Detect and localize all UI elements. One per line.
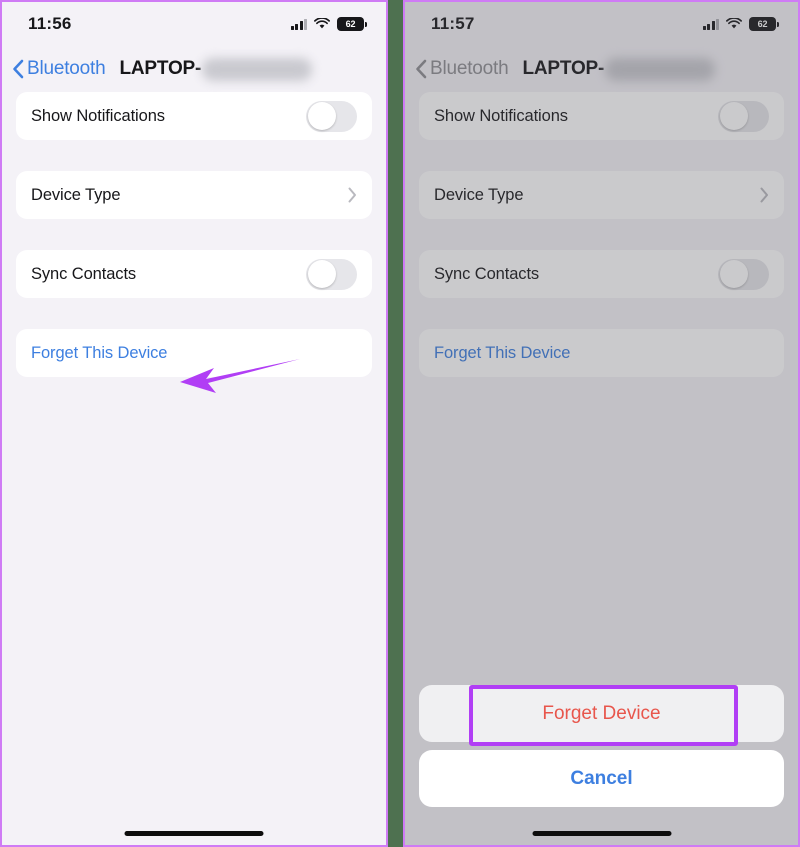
sync-contacts-toggle[interactable]	[718, 258, 769, 290]
redacted-device-name	[202, 57, 313, 81]
back-button[interactable]: Bluetooth	[415, 58, 509, 80]
forget-this-device-label: Forget This Device	[434, 343, 571, 362]
sync-contacts-toggle[interactable]	[306, 258, 357, 290]
navigation-bar: Bluetooth LAPTOP-	[2, 46, 386, 92]
back-button[interactable]: Bluetooth	[12, 58, 106, 80]
status-bar: 11:56 62	[2, 2, 386, 46]
row-label: Sync Contacts	[31, 264, 137, 283]
settings-list: Show Notifications Device Type Sync Cont…	[405, 92, 798, 377]
show-notifications-toggle[interactable]	[306, 100, 357, 132]
back-label: Bluetooth	[430, 58, 509, 79]
forget-this-device-label: Forget This Device	[31, 343, 168, 362]
cellular-signal-icon	[702, 18, 719, 30]
page-title-text: LAPTOP-	[119, 58, 202, 79]
row-label: Device Type	[31, 185, 121, 204]
row-label: Show Notifications	[434, 106, 568, 125]
home-indicator	[532, 831, 671, 836]
action-sheet: Forget Device Cancel	[405, 685, 798, 845]
home-indicator	[124, 831, 264, 836]
navigation-bar: Bluetooth LAPTOP-	[405, 46, 798, 92]
panel-divider	[388, 0, 403, 847]
page-title: LAPTOP-	[522, 57, 716, 81]
row-label: Show Notifications	[31, 106, 165, 125]
status-indicators: 62	[290, 17, 367, 31]
battery-icon: 62	[749, 17, 779, 31]
toggle-knob	[307, 102, 336, 130]
row-sync-contacts[interactable]: Sync Contacts	[419, 250, 784, 298]
status-bar: 11:57 62	[405, 2, 798, 46]
wifi-icon	[314, 18, 330, 30]
cancel-button[interactable]: Cancel	[419, 750, 784, 807]
battery-percent: 62	[345, 19, 356, 29]
redacted-device-name	[605, 57, 716, 81]
phone-screenshot-left: 11:56 62 Bluetooth LAPTOP- Show Notifica…	[0, 0, 388, 847]
row-forget-this-device[interactable]: Forget This Device	[419, 329, 784, 377]
phone-screenshot-right: 11:57 62 Bluetooth LAPTOP- Show Notifica…	[403, 0, 800, 847]
chevron-left-icon	[415, 59, 427, 79]
chevron-right-icon	[760, 187, 769, 203]
page-title-text: LAPTOP-	[522, 58, 605, 79]
toggle-knob	[719, 102, 748, 130]
action-sheet-options: Forget Device	[419, 685, 784, 742]
row-label: Device Type	[434, 185, 524, 204]
row-show-notifications[interactable]: Show Notifications	[419, 92, 784, 140]
status-clock: 11:56	[28, 14, 72, 33]
row-show-notifications[interactable]: Show Notifications	[16, 92, 372, 140]
battery-percent: 62	[757, 19, 768, 29]
toggle-knob	[719, 260, 748, 288]
row-label: Sync Contacts	[434, 264, 540, 283]
row-device-type[interactable]: Device Type	[419, 171, 784, 219]
row-forget-this-device[interactable]: Forget This Device	[16, 329, 372, 377]
cellular-signal-icon	[290, 18, 307, 30]
chevron-left-icon	[12, 59, 24, 79]
settings-list: Show Notifications Device Type Sync Cont…	[2, 92, 386, 377]
screenshot-stage: 11:56 62 Bluetooth LAPTOP- Show Notifica…	[0, 0, 800, 847]
row-device-type[interactable]: Device Type	[16, 171, 372, 219]
row-sync-contacts[interactable]: Sync Contacts	[16, 250, 372, 298]
wifi-icon	[726, 18, 742, 30]
chevron-right-icon	[348, 187, 357, 203]
toggle-knob	[307, 260, 336, 288]
status-clock: 11:57	[431, 14, 475, 33]
back-label: Bluetooth	[27, 58, 106, 79]
show-notifications-toggle[interactable]	[718, 100, 769, 132]
battery-icon: 62	[337, 17, 367, 31]
forget-device-button[interactable]: Forget Device	[419, 685, 784, 742]
page-title: LAPTOP-	[119, 57, 313, 81]
status-indicators: 62	[702, 17, 779, 31]
